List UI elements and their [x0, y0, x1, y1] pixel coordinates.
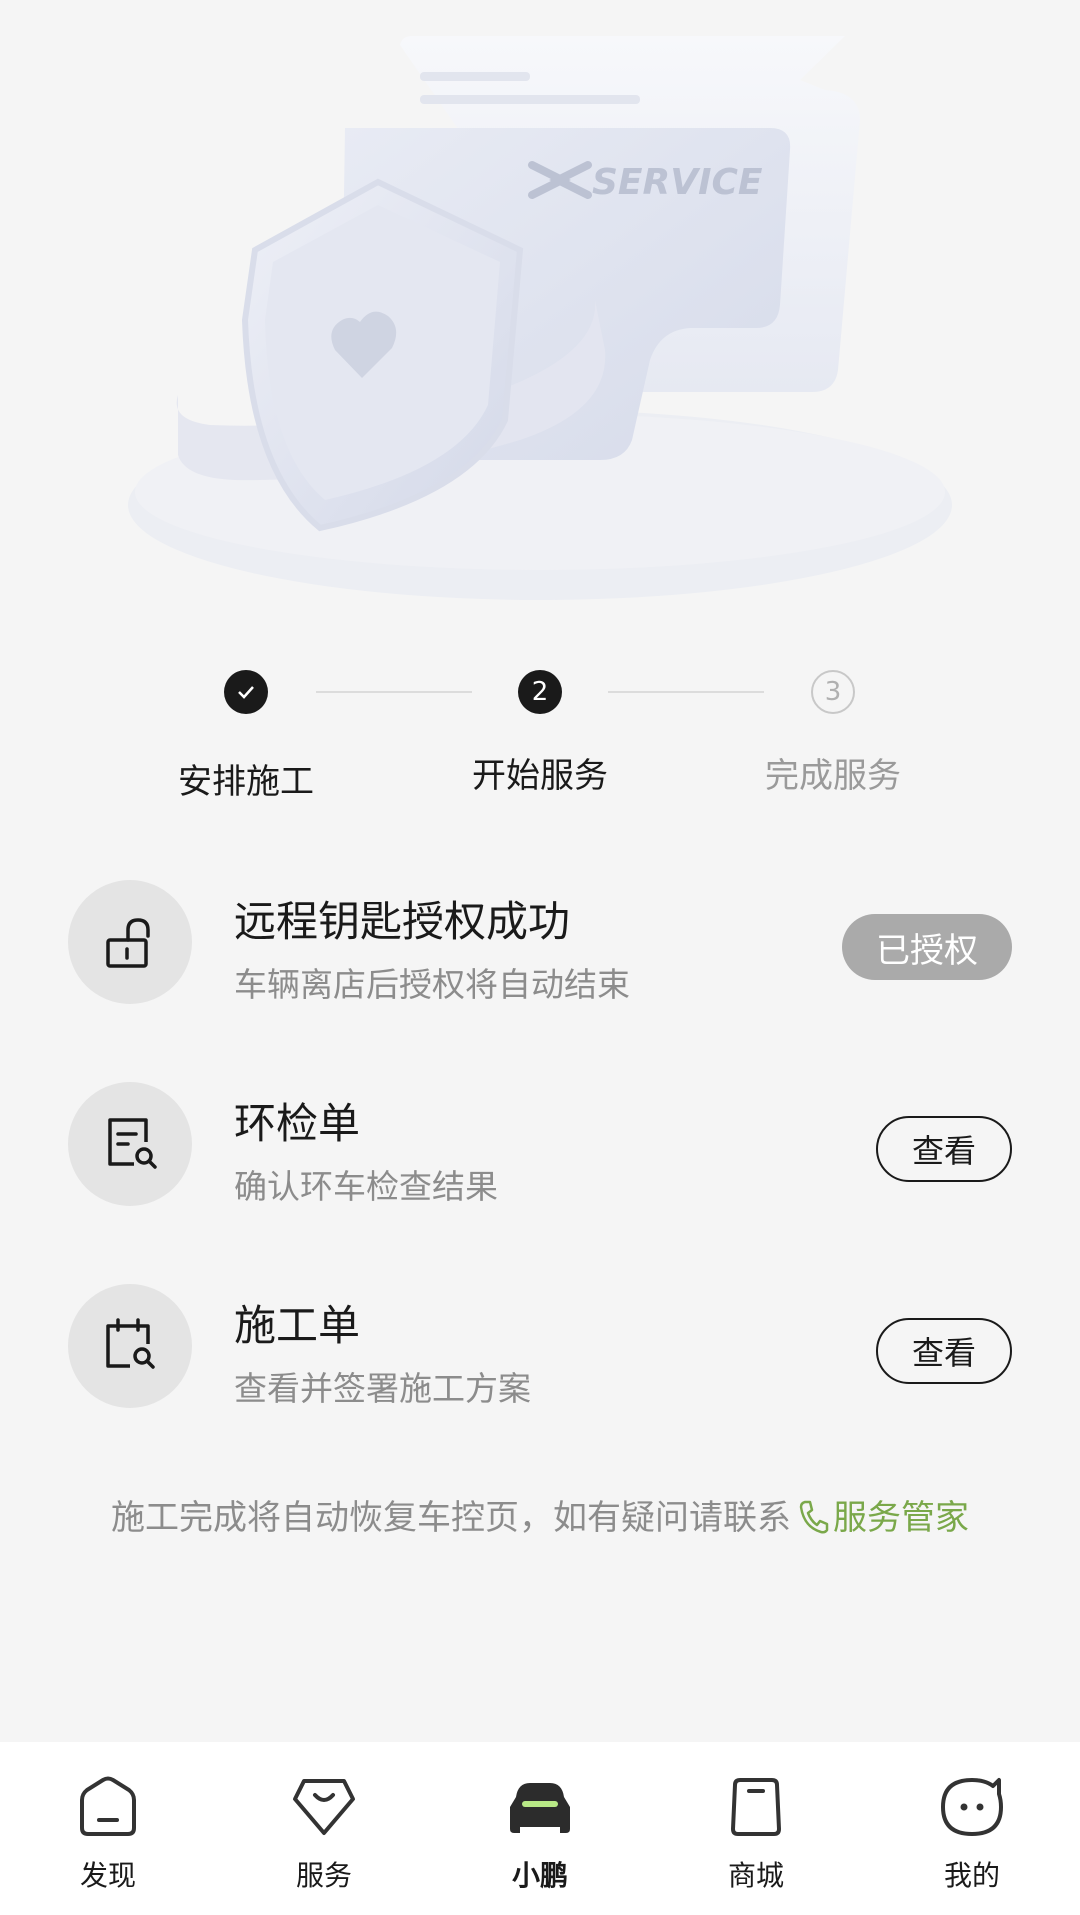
card-brand-text: SERVICE — [592, 162, 763, 203]
phone-icon — [797, 1499, 829, 1544]
step-1-check-icon — [224, 670, 268, 714]
home-icon — [33, 1772, 183, 1842]
progress-stepper: 2 3 安排施工 开始服务 完成服务 — [0, 670, 1080, 802]
row-title: 远程钥匙授权成功 — [234, 897, 571, 946]
bottom-tab-bar: 发现 服务 小鹏 商城 我的 — [0, 1742, 1080, 1915]
view-work-order-button[interactable]: 查看 — [876, 1318, 1012, 1384]
view-inspection-button[interactable]: 查看 — [876, 1116, 1012, 1182]
remote-key-row: 远程钥匙授权成功 车辆离店后授权将自动结束 已授权 — [0, 880, 1080, 1004]
tab-label: 我的 — [943, 1859, 1000, 1892]
step-connector — [316, 691, 472, 693]
work-order-row[interactable]: 施工单 查看并签署施工方案 查看 — [0, 1284, 1080, 1408]
diamond-icon — [249, 1772, 399, 1842]
car-icon — [465, 1772, 615, 1842]
tab-label: 小鹏 — [511, 1859, 568, 1892]
tab-mine[interactable]: 我的 — [897, 1772, 1047, 1894]
tab-label: 服务 — [295, 1859, 352, 1892]
tab-label: 商城 — [727, 1859, 784, 1892]
service-shield-illustration: SERVICE — [128, 36, 952, 600]
face-icon — [897, 1772, 1047, 1842]
row-title: 施工单 — [234, 1301, 361, 1350]
step-2-label: 开始服务 — [472, 756, 608, 796]
footer-note: 施工完成将自动恢复车控页，如有疑问请联系 服务管家 — [0, 1490, 1080, 1544]
bag-icon — [681, 1772, 831, 1842]
row-subtitle: 车辆离店后授权将自动结束 — [234, 965, 630, 1004]
row-subtitle: 查看并签署施工方案 — [234, 1369, 531, 1408]
authorized-button[interactable]: 已授权 — [842, 914, 1012, 980]
service-butler-link[interactable]: 服务管家 — [833, 1498, 969, 1538]
step-connector — [608, 691, 764, 693]
step-2-marker: 2 — [518, 670, 562, 714]
tab-discover[interactable]: 发现 — [33, 1772, 183, 1894]
row-title: 环检单 — [234, 1099, 361, 1148]
tab-service[interactable]: 服务 — [249, 1772, 399, 1894]
tab-xpeng[interactable]: 小鹏 — [465, 1772, 615, 1894]
row-subtitle: 确认环车检查结果 — [234, 1167, 498, 1206]
document-search-icon — [68, 1082, 192, 1206]
hero-illustration: SERVICE — [0, 0, 1080, 640]
step-3-label: 完成服务 — [765, 756, 901, 796]
inspection-sheet-row[interactable]: 环检单 确认环车检查结果 查看 — [0, 1082, 1080, 1206]
unlock-icon — [68, 880, 192, 1004]
step-3-marker: 3 — [811, 670, 855, 714]
tab-label: 发现 — [79, 1859, 136, 1892]
tab-mall[interactable]: 商城 — [681, 1772, 831, 1894]
footer-note-text: 施工完成将自动恢复车控页，如有疑问请联系 — [111, 1498, 791, 1538]
calendar-search-icon — [68, 1284, 192, 1408]
step-1-label: 安排施工 — [178, 762, 314, 802]
